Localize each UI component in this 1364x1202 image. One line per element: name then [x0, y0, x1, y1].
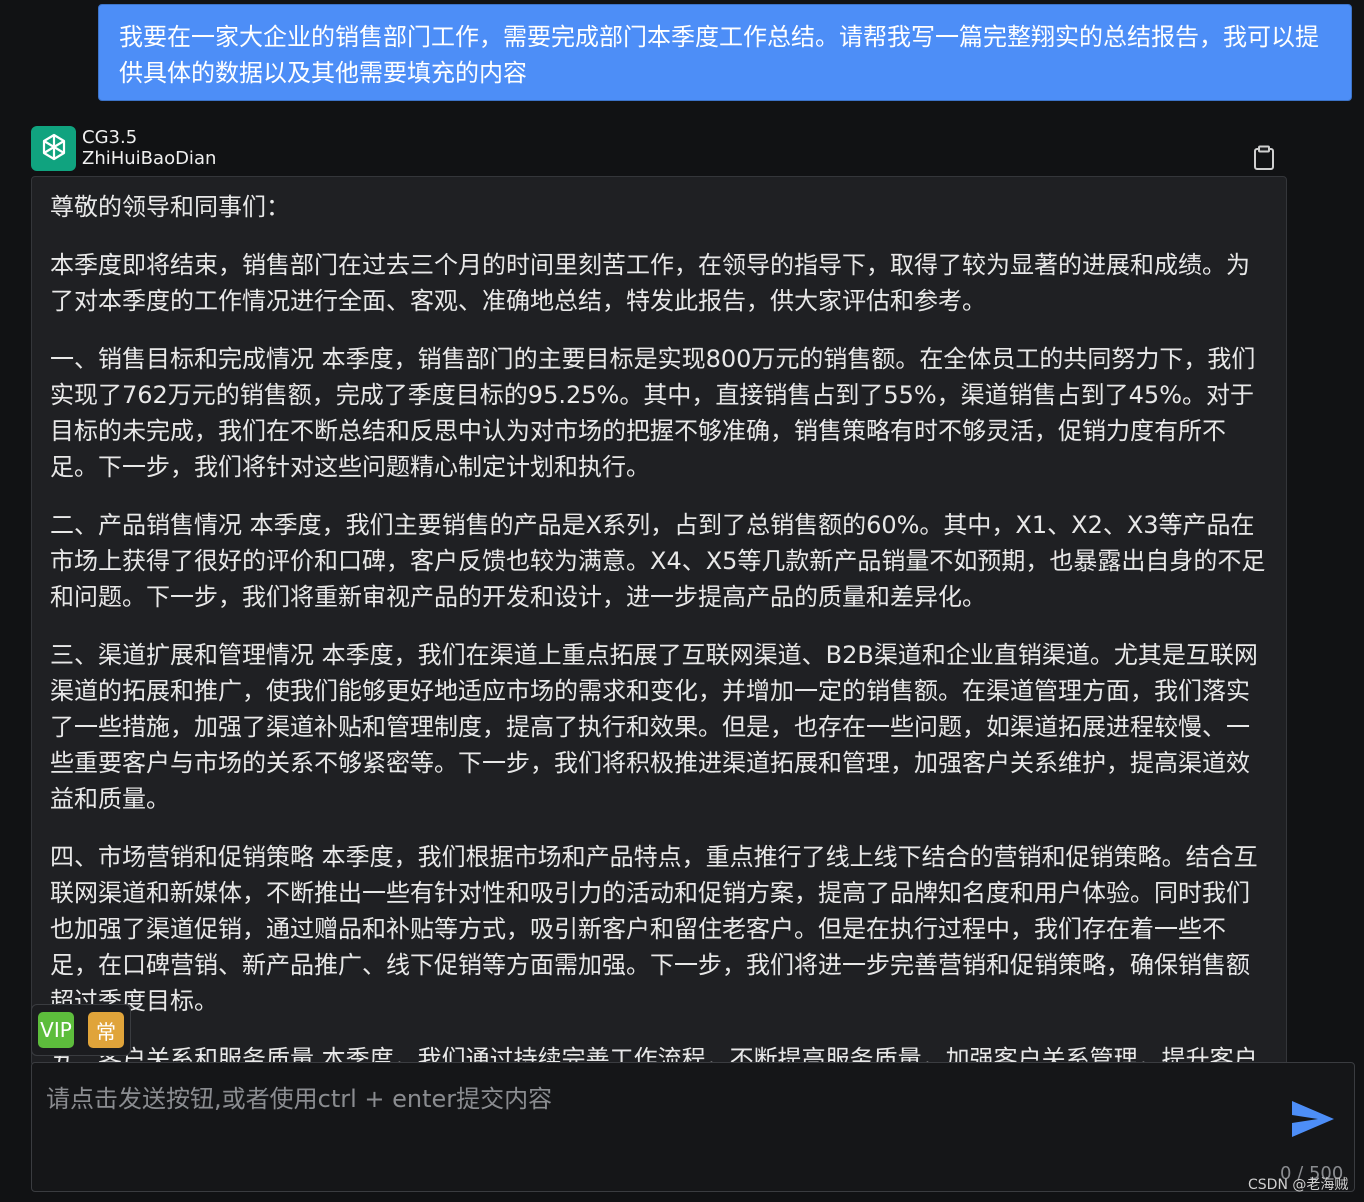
bot-header: CG3.5 ZhiHuiBaoDian: [31, 125, 216, 171]
user-message: 我要在一家大企业的销售部门工作，需要完成部门本季度工作总结。请帮我写一篇完整翔实…: [98, 4, 1352, 101]
bot-paragraph-section-3: 三、渠道扩展和管理情况 本季度，我们在渠道上重点拓展了互联网渠道、B2B渠道和企…: [50, 641, 1258, 813]
openai-logo-icon-svg: [42, 133, 65, 161]
message-input[interactable]: [32, 1063, 1272, 1191]
openai-logo-icon: [31, 125, 76, 171]
bot-message: 尊敬的领导和同事们： 本季度即将结束，销售部门在过去三个月的时间里刻苦工作，在领…: [31, 176, 1287, 1066]
bot-names: CG3.5 ZhiHuiBaoDian: [82, 127, 216, 169]
bot-paragraph-section-1: 一、销售目标和完成情况 本季度，销售部门的主要目标是实现800万元的销售额。在全…: [50, 345, 1256, 481]
send-button[interactable]: [1288, 1097, 1338, 1141]
bot-paragraph-greeting: 尊敬的领导和同事们：: [50, 193, 290, 221]
bot-paragraph-intro: 本季度即将结束，销售部门在过去三个月的时间里刻苦工作，在领导的指导下，取得了较为…: [50, 251, 1250, 315]
clipboard-icon[interactable]: [1252, 145, 1276, 171]
model-name: CG3.5: [82, 127, 138, 148]
send-icon: [1292, 1101, 1334, 1137]
bot-name: ZhiHuiBaoDian: [82, 148, 217, 169]
bot-paragraph-section-4: 四、市场营销和促销策略 本季度，我们根据市场和产品特点，重点推行了线上线下结合的…: [50, 843, 1258, 1015]
bot-paragraph-section-2: 二、产品销售情况 本季度，我们主要销售的产品是X系列，占到了总销售额的60%。其…: [50, 511, 1266, 611]
badge-toolbar: VIP 常: [31, 1004, 131, 1056]
common-badge-button[interactable]: 常: [88, 1012, 124, 1048]
vip-badge-button[interactable]: VIP: [38, 1012, 74, 1048]
watermark: CSDN @老海贼: [1248, 1177, 1349, 1193]
message-input-area: 0 / 500: [31, 1062, 1355, 1192]
chat-page: 我要在一家大企业的销售部门工作，需要完成部门本季度工作总结。请帮我写一篇完整翔实…: [0, 0, 1364, 1202]
user-message-text: 我要在一家大企业的销售部门工作，需要完成部门本季度工作总结。请帮我写一篇完整翔实…: [119, 23, 1319, 87]
